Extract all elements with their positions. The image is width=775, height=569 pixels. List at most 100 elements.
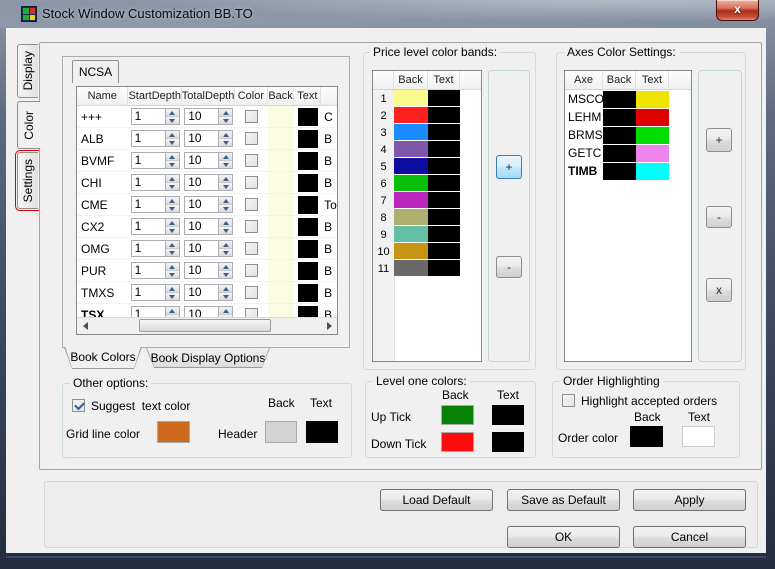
- header-text-swatch[interactable]: [306, 421, 338, 443]
- save-as-default-button[interactable]: Save as Default: [507, 489, 620, 511]
- spin-up-icon[interactable]: [165, 153, 179, 161]
- tab-book-colors[interactable]: Book Colors: [64, 347, 142, 369]
- axes-row[interactable]: LEHM: [565, 108, 691, 126]
- text-color-swatch[interactable]: [297, 261, 318, 280]
- book-table-row[interactable]: +++ 1 10 C: [77, 106, 337, 128]
- axes-row[interactable]: MSCO: [565, 90, 691, 108]
- axe-back-swatch[interactable]: [603, 90, 636, 108]
- axes-row[interactable]: BRMS: [565, 126, 691, 144]
- band-back-swatch[interactable]: [394, 141, 428, 157]
- spin-down-icon[interactable]: [219, 293, 233, 300]
- grid-line-color-swatch[interactable]: [157, 421, 190, 443]
- header-back-swatch[interactable]: [265, 421, 297, 443]
- axes-remove-button[interactable]: -: [706, 206, 732, 228]
- price-band-row[interactable]: 8: [373, 209, 481, 226]
- spin-up-icon[interactable]: [165, 241, 179, 249]
- text-color-swatch[interactable]: [297, 195, 318, 214]
- total-depth-spinner[interactable]: 10: [184, 130, 234, 147]
- color-checkbox[interactable]: [244, 176, 258, 189]
- down-tick-text-swatch[interactable]: [492, 432, 524, 452]
- spin-down-icon[interactable]: [165, 183, 179, 190]
- axes-col-axe[interactable]: Axe: [565, 71, 603, 89]
- text-color-swatch[interactable]: [297, 107, 318, 126]
- band-text-swatch[interactable]: [428, 175, 460, 191]
- band-text-swatch[interactable]: [428, 226, 460, 242]
- text-color-swatch[interactable]: [297, 151, 318, 170]
- start-depth-spinner[interactable]: 1: [130, 240, 180, 257]
- spin-up-icon[interactable]: [219, 241, 233, 249]
- band-text-swatch[interactable]: [428, 124, 460, 140]
- spin-down-icon[interactable]: [219, 271, 233, 278]
- back-color-swatch[interactable]: [267, 150, 295, 171]
- spin-down-icon[interactable]: [165, 293, 179, 300]
- band-col-text[interactable]: Text: [428, 71, 460, 89]
- spin-down-icon[interactable]: [165, 161, 179, 168]
- price-band-row[interactable]: 10: [373, 243, 481, 260]
- spin-up-icon[interactable]: [219, 263, 233, 271]
- spin-down-icon[interactable]: [219, 227, 233, 234]
- spin-down-icon[interactable]: [165, 227, 179, 234]
- price-band-row[interactable]: 6: [373, 175, 481, 192]
- band-text-swatch[interactable]: [428, 260, 460, 276]
- book-table-row[interactable]: BVMF 1 10 B: [77, 150, 337, 172]
- col-header-startdepth[interactable]: StartDepth: [128, 87, 183, 105]
- suggest-text-color-checkbox[interactable]: [72, 399, 85, 412]
- spin-down-icon[interactable]: [165, 205, 179, 212]
- band-back-swatch[interactable]: [394, 192, 428, 208]
- axes-delete-button[interactable]: x: [706, 278, 732, 302]
- axe-text-swatch[interactable]: [636, 90, 669, 108]
- titlebar[interactable]: Stock Window Customization BB.TO x: [0, 0, 775, 28]
- axe-back-swatch[interactable]: [603, 126, 636, 144]
- total-depth-spinner[interactable]: 10: [184, 174, 234, 191]
- spin-up-icon[interactable]: [219, 197, 233, 205]
- band-text-swatch[interactable]: [428, 192, 460, 208]
- spin-up-icon[interactable]: [219, 285, 233, 293]
- spin-up-icon[interactable]: [165, 175, 179, 183]
- start-depth-spinner[interactable]: 1: [130, 218, 180, 235]
- spin-down-icon[interactable]: [165, 117, 179, 124]
- start-depth-spinner[interactable]: 1: [130, 152, 180, 169]
- spin-down-icon[interactable]: [165, 139, 179, 146]
- text-color-swatch[interactable]: [297, 217, 318, 236]
- spin-up-icon[interactable]: [165, 109, 179, 117]
- book-table-row[interactable]: PUR 1 10 B: [77, 260, 337, 282]
- total-depth-spinner[interactable]: 10: [184, 152, 234, 169]
- axes-col-back[interactable]: Back: [603, 71, 636, 89]
- total-depth-spinner[interactable]: 10: [184, 284, 234, 301]
- axe-back-swatch[interactable]: [603, 162, 636, 180]
- back-color-swatch[interactable]: [267, 194, 295, 215]
- cancel-button[interactable]: Cancel: [633, 526, 746, 548]
- back-color-swatch[interactable]: [267, 216, 295, 237]
- band-text-swatch[interactable]: [428, 141, 460, 157]
- spin-up-icon[interactable]: [219, 175, 233, 183]
- band-back-swatch[interactable]: [394, 243, 428, 259]
- band-back-swatch[interactable]: [394, 107, 428, 123]
- text-color-swatch[interactable]: [297, 173, 318, 192]
- spin-up-icon[interactable]: [219, 109, 233, 117]
- spin-down-icon[interactable]: [219, 117, 233, 124]
- col-header-text[interactable]: Text: [294, 87, 322, 105]
- load-default-button[interactable]: Load Default: [380, 489, 493, 511]
- axes-row[interactable]: TIMB: [565, 162, 691, 180]
- band-col-back[interactable]: Back: [394, 71, 428, 89]
- spin-down-icon[interactable]: [219, 205, 233, 212]
- spin-down-icon[interactable]: [219, 249, 233, 256]
- start-depth-spinner[interactable]: 1: [130, 284, 180, 301]
- spin-up-icon[interactable]: [219, 131, 233, 139]
- axe-text-swatch[interactable]: [636, 126, 669, 144]
- back-color-swatch[interactable]: [267, 260, 295, 281]
- spin-down-icon[interactable]: [219, 139, 233, 146]
- spin-down-icon[interactable]: [219, 161, 233, 168]
- col-header-name[interactable]: Name: [77, 87, 129, 105]
- spin-up-icon[interactable]: [219, 153, 233, 161]
- spin-up-icon[interactable]: [219, 219, 233, 227]
- price-band-row[interactable]: 5: [373, 158, 481, 175]
- band-back-swatch[interactable]: [394, 260, 428, 276]
- spin-up-icon[interactable]: [165, 307, 179, 315]
- text-color-swatch[interactable]: [297, 129, 318, 148]
- band-text-swatch[interactable]: [428, 243, 460, 259]
- spin-up-icon[interactable]: [165, 263, 179, 271]
- axe-text-swatch[interactable]: [636, 162, 669, 180]
- color-checkbox[interactable]: [244, 198, 258, 211]
- book-table-row[interactable]: CME 1 10 To: [77, 194, 337, 216]
